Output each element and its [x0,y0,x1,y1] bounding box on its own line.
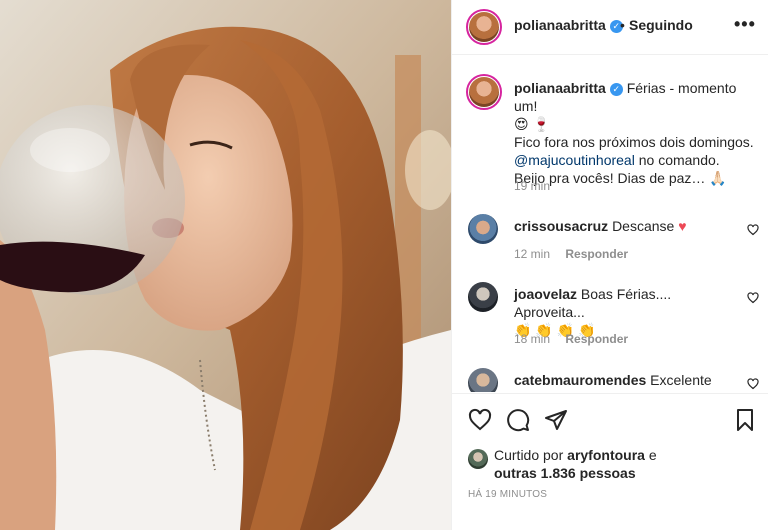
post-header: polianaabritta ✓ • Seguindo ••• [452,0,768,55]
others-likes-link[interactable]: outras 1.836 pessoas [494,465,636,481]
separator-dot: • [620,17,625,33]
bookmark-icon[interactable] [733,408,757,432]
reply-button[interactable]: Responder [565,332,628,346]
reply-button[interactable]: Responder [565,247,628,261]
commenter-avatar[interactable] [468,368,498,392]
more-options-icon[interactable]: ••• [734,14,756,35]
comment-time[interactable]: 18 min [514,332,550,346]
comment-icon[interactable] [506,408,530,432]
post-caption: polianaabritta ✓ Férias - momento um! 😍 🍷… [514,79,759,187]
caption-username[interactable]: polianaabritta [514,80,606,96]
likes-line-1: Curtido por aryfontoura e [494,447,657,463]
author-username[interactable]: polianaabritta ✓ [514,17,623,33]
commenter-avatar[interactable] [468,214,498,244]
author-avatar[interactable] [466,9,502,45]
comments-section[interactable]: polianaabritta ✓ Férias - momento um! 😍 🍷… [452,56,768,392]
posted-time-ago[interactable]: HÁ 19 MINUTOS [468,489,547,500]
liked-by-prefix: Curtido por [494,447,564,463]
liker-avatar[interactable] [468,449,488,469]
like-comment-heart-icon[interactable] [747,292,759,304]
commenter-username[interactable]: catebmauromendes [514,372,646,388]
comment-text: catebmauromendes Excelente [514,371,736,389]
liked-by-suffix: e [648,447,657,463]
share-icon[interactable] [544,408,568,432]
post-photo[interactable] [0,0,451,530]
likes-summary: Curtido por aryfontoura e outras 1.836 p… [468,445,758,485]
comment-meta: 12 min Responder [514,247,628,261]
verified-badge-icon: ✓ [609,83,623,96]
like-comment-heart-icon[interactable] [747,224,759,236]
comment-body: Descanse [612,218,675,234]
caption-mention-link[interactable]: @majucoutinhoreal [514,152,635,168]
caption-emojis: 😍 🍷 [514,116,550,132]
liker-username[interactable]: aryfontoura [567,447,645,463]
comment-text: joaovelaz Boas Férias.... Aproveita... 👏… [514,285,736,339]
caption-line-2: Fico fora nos próximos dois domingos. [514,134,754,150]
author-username-text[interactable]: polianaabritta [514,17,606,33]
red-heart-emoji: ♥ [678,218,687,234]
heart-icon[interactable] [468,408,492,432]
following-button[interactable]: Seguindo [629,17,693,33]
likes-line-2: outras 1.836 pessoas [494,465,636,481]
commenter-username[interactable]: joaovelaz [514,286,577,302]
photo-illustration [0,0,451,530]
prayer-emoji: 🙏🏻 [709,170,727,186]
comment-text: crissousacruz Descanse ♥ [514,217,736,235]
caption-line-3: no comando. [638,152,720,168]
post-side-panel: polianaabritta ✓ • Seguindo ••• polianaab… [451,0,768,530]
comment-body: Excelente [650,372,712,388]
commenter-username[interactable]: crissousacruz [514,218,608,234]
caption-author-avatar[interactable] [466,74,502,110]
caption-time[interactable]: 19 min [514,179,550,193]
commenter-avatar[interactable] [468,282,498,312]
like-comment-heart-icon[interactable] [747,378,759,390]
post-action-bar [452,393,768,445]
comment-meta: 18 min Responder [514,332,628,346]
comment-time[interactable]: 12 min [514,247,550,261]
